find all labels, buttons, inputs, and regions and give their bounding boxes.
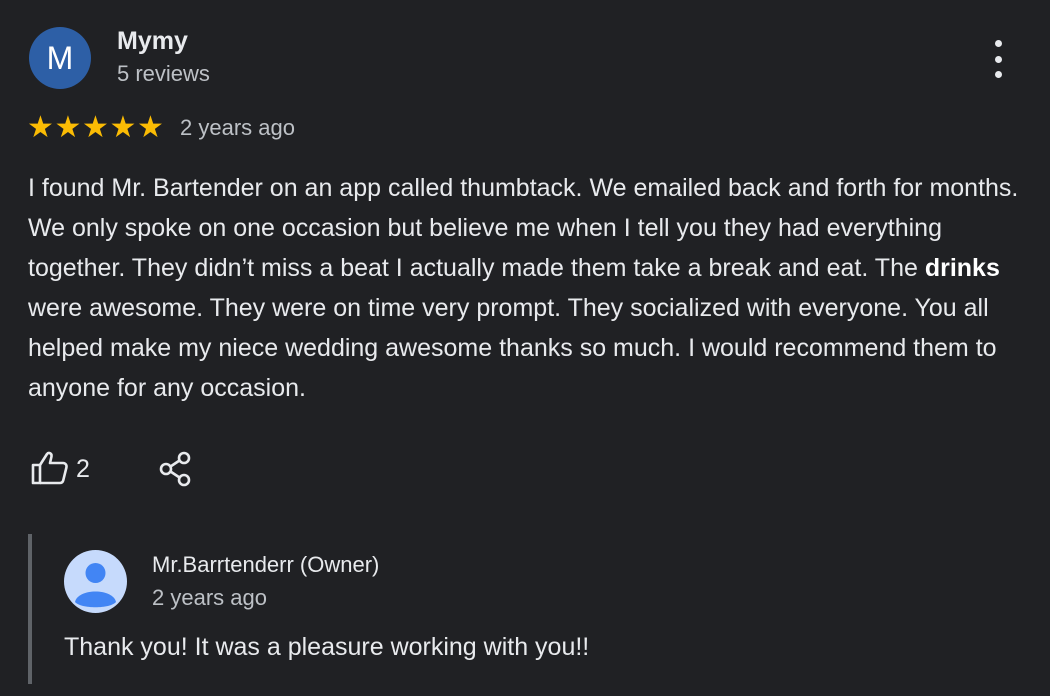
thumb-up-svg bbox=[31, 451, 68, 485]
star-icon: ★ bbox=[137, 111, 164, 144]
star-icon: ★ bbox=[82, 111, 109, 144]
review-text-part: I found Mr. Bartender on an app called t… bbox=[28, 174, 1019, 282]
thumb-up-icon[interactable] bbox=[30, 450, 70, 486]
like-count: 2 bbox=[76, 455, 90, 483]
more-dot bbox=[994, 71, 1002, 78]
review-text: I found Mr. Bartender on an app called t… bbox=[28, 168, 1028, 408]
owner-name: Mr.Barrtenderr (Owner) bbox=[152, 552, 380, 577]
owner-reply-text: Thank you! It was a pleasure working wit… bbox=[64, 633, 590, 661]
more-dot bbox=[994, 40, 1002, 47]
more-vert-icon[interactable] bbox=[982, 40, 1014, 78]
reviewer-review-count: 5 reviews bbox=[117, 61, 210, 86]
star-icon: ★ bbox=[27, 111, 54, 144]
share-svg bbox=[159, 451, 191, 487]
star-icon: ★ bbox=[109, 111, 137, 144]
review-time: 2 years ago bbox=[180, 115, 295, 140]
owner-reply-time: 2 years ago bbox=[152, 585, 267, 610]
reply-divider bbox=[28, 534, 32, 684]
reviewer-avatar[interactable]: M bbox=[29, 27, 91, 89]
person-icon bbox=[75, 563, 116, 608]
owner-avatar[interactable] bbox=[64, 550, 127, 613]
avatar-letter: M bbox=[46, 39, 74, 76]
share-icon[interactable] bbox=[158, 450, 194, 488]
review-highlight: drinks bbox=[924, 254, 1000, 282]
more-dot bbox=[994, 55, 1002, 63]
reviewer-name[interactable]: Mymy bbox=[117, 27, 188, 56]
star-rating: ★ ★ ★ ★ ★ bbox=[27, 113, 165, 143]
star-icon: ★ bbox=[54, 111, 82, 144]
review-text-part: were awesome. They were on time very pro… bbox=[28, 294, 997, 402]
